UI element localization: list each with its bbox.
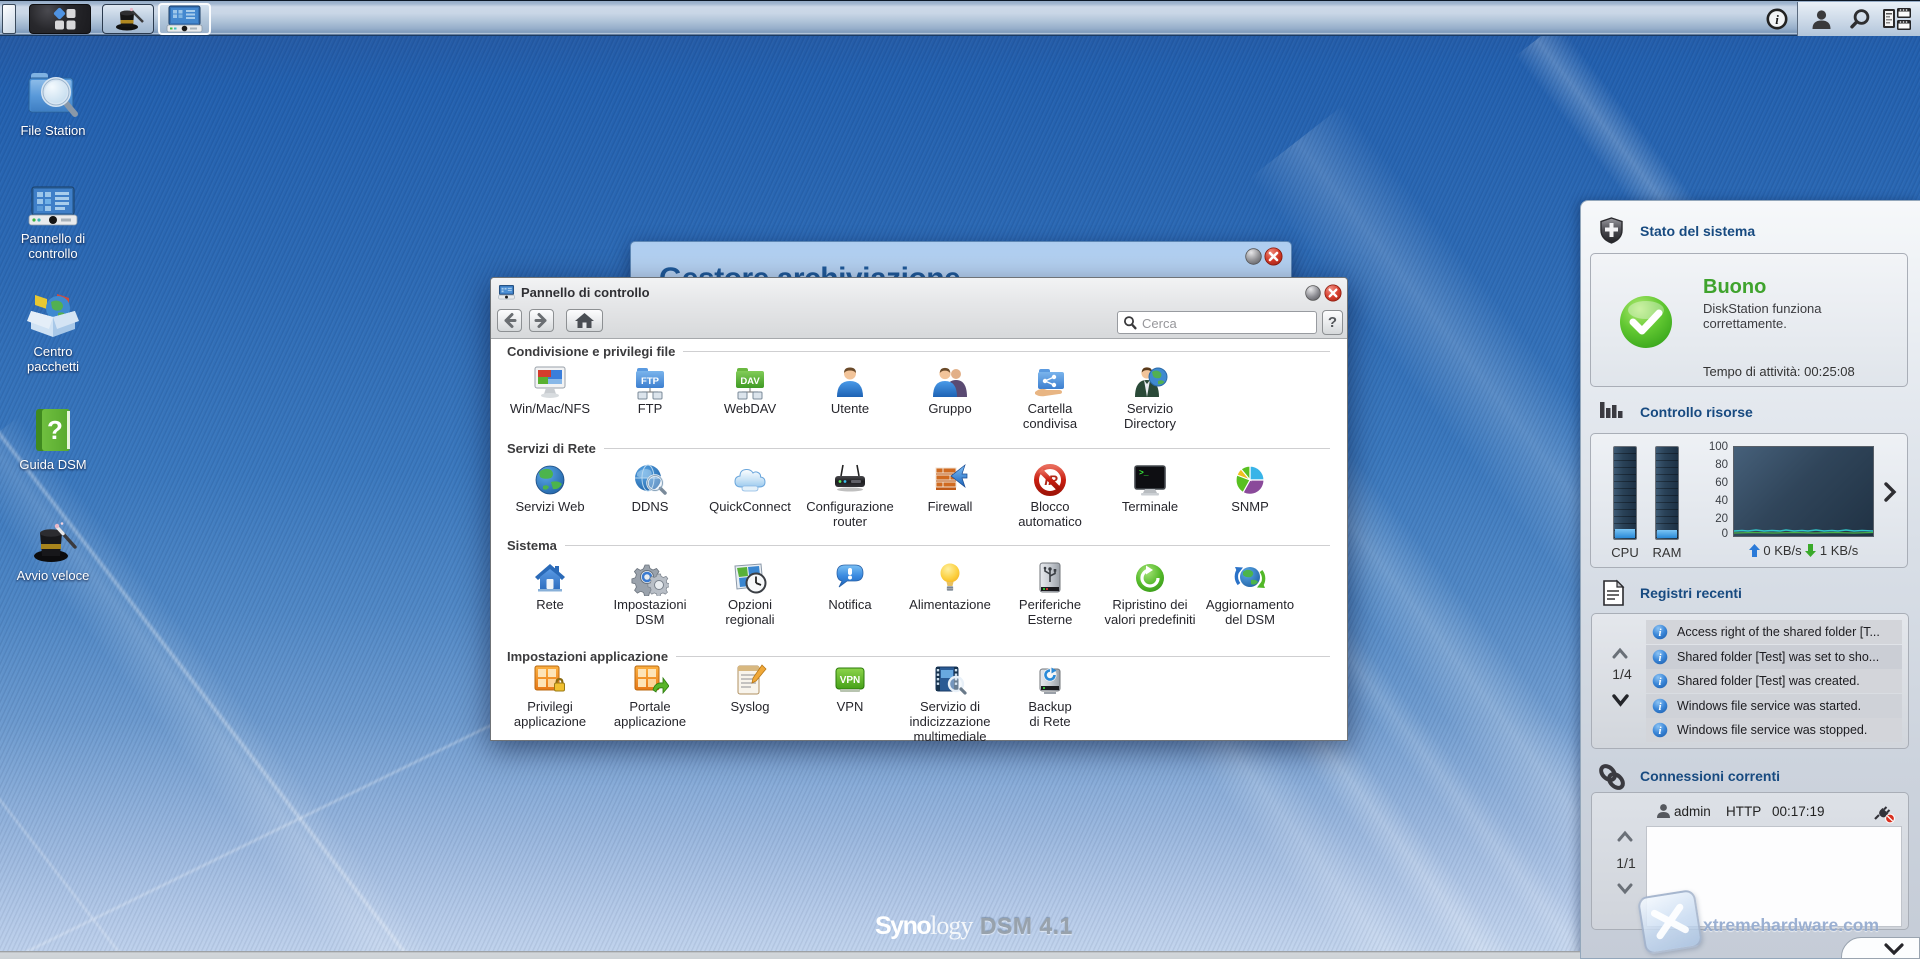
svg-text:?: ? <box>47 415 63 445</box>
svg-text:i: i <box>1775 12 1779 27</box>
